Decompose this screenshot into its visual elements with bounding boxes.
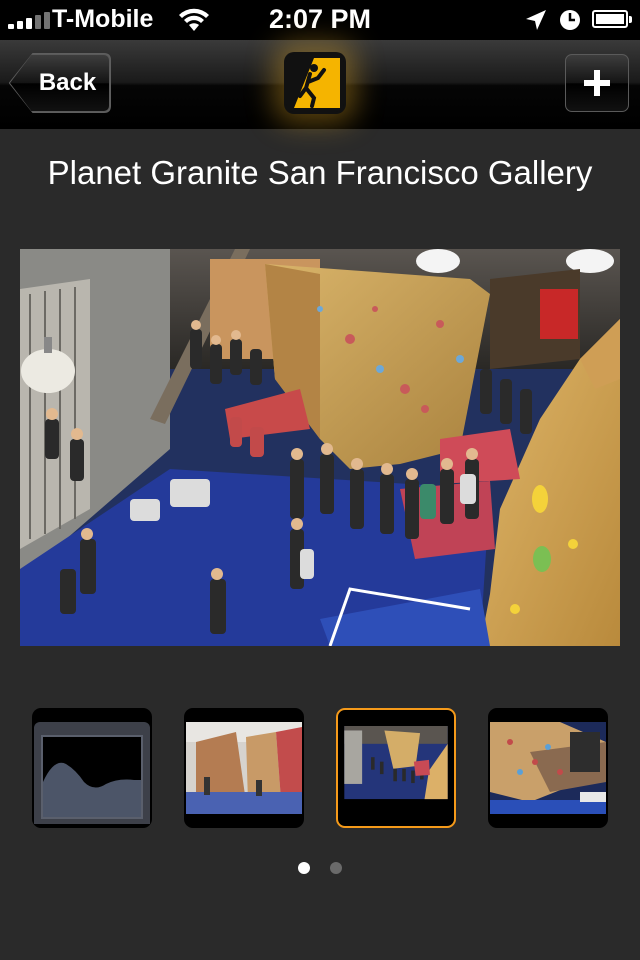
page-dot-1[interactable] — [298, 862, 310, 874]
bouldering-crowd-photo — [344, 726, 448, 800]
page-dot-2[interactable] — [330, 862, 342, 874]
placeholder-image-icon — [34, 722, 150, 824]
plus-icon — [584, 70, 610, 96]
thumbnail-4[interactable] — [488, 708, 608, 828]
alarm-icon — [560, 10, 580, 30]
thumbnail-1[interactable] — [32, 708, 152, 828]
overhang-wall-photo — [490, 722, 606, 814]
thumbnail-2[interactable] — [184, 708, 304, 828]
gallery-title: Planet Granite San Francisco Gallery — [47, 154, 593, 191]
main-photo[interactable] — [20, 249, 620, 646]
climber-logo-icon — [284, 52, 346, 114]
thumbnail-3-selected[interactable] — [336, 708, 456, 828]
battery-icon — [592, 10, 632, 28]
location-icon — [526, 10, 546, 30]
climbing-gym-bouldering-area — [20, 249, 620, 646]
climbing-walls-photo — [186, 722, 302, 814]
page-indicator[interactable] — [0, 862, 640, 874]
add-button[interactable] — [565, 54, 629, 112]
status-bar: T-Mobile 2:07 PM — [0, 0, 640, 40]
